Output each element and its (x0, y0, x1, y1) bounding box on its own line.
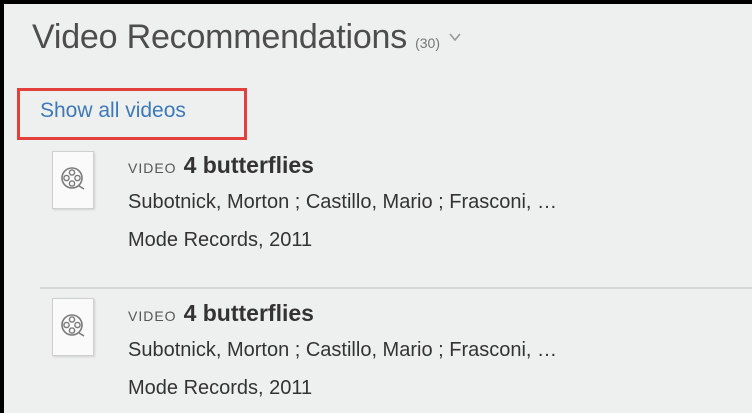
item-publisher: Mode Records, 2011 (128, 229, 313, 251)
show-all-videos-link[interactable]: Show all videos (40, 99, 186, 123)
resource-type-label: VIDEO (128, 160, 177, 176)
chevron-down-icon[interactable] (448, 30, 462, 44)
item-publisher: Mode Records, 2011 (128, 377, 313, 399)
section-title: Video Recommendations (32, 18, 408, 56)
item-title[interactable]: 4 butterflies (184, 152, 314, 179)
film-reel-icon (52, 298, 94, 356)
item-authors: Subotnick, Morton ; Castillo, Mario ; Fr… (128, 339, 558, 361)
resource-type-label: VIDEO (128, 308, 177, 324)
item-heading: VIDEO 4 butterflies (128, 152, 314, 179)
divider (40, 287, 752, 289)
item-title[interactable]: 4 butterflies (184, 300, 314, 327)
item-authors: Subotnick, Morton ; Castillo, Mario ; Fr… (128, 191, 558, 213)
section-header: Video Recommendations (30) (32, 18, 462, 57)
item-heading: VIDEO 4 butterflies (128, 300, 314, 327)
film-reel-icon (52, 151, 94, 209)
results-count: (30) (415, 35, 440, 51)
video-recommendations-panel: Video Recommendations (30) Show all vide… (4, 4, 752, 413)
